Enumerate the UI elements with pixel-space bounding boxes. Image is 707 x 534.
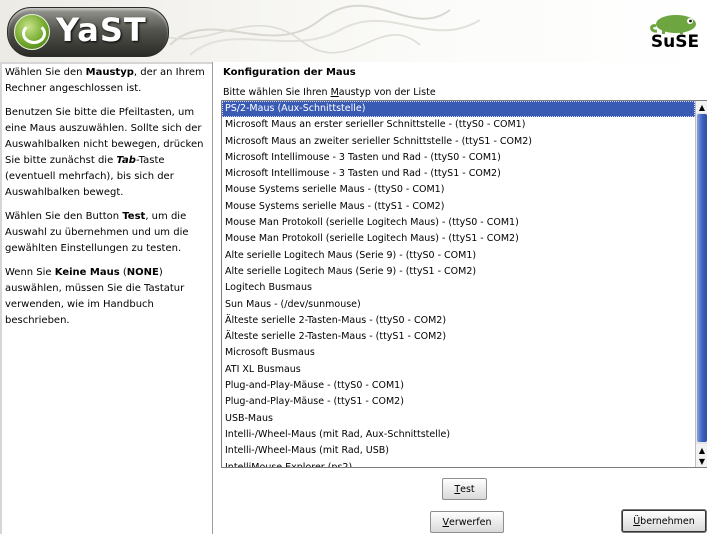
suse-logo: SuSE [648, 12, 702, 60]
discard-button-label: erwerfen [449, 516, 492, 528]
decorative-swirl-graphic [150, 4, 481, 56]
help-paragraph: Wenn Sie Keine Maus (NONE) auswählen, mü… [0, 265, 212, 329]
page-title: Konfiguration der Maus [223, 67, 356, 78]
list-item[interactable]: Microsoft Intellimouse - 3 Tasten und Ra… [222, 150, 695, 166]
help-paragraph: Benutzen Sie bitte die Pfeiltasten, um e… [0, 105, 212, 201]
mouse-type-listbox[interactable]: PS/2-Maus (Aux-Schnittstelle) Microsoft M… [221, 100, 707, 468]
mouse-type-list-label: Bitte wählen Sie Ihren Maustyp von der L… [223, 87, 436, 98]
list-item[interactable]: Mouse Man Protokoll (serielle Logitech M… [222, 215, 695, 231]
list-item[interactable]: Logitech Busmaus [222, 280, 695, 296]
list-item[interactable]: Intelli-/Wheel-Maus (mit Rad, USB) [222, 443, 695, 459]
help-text-segment: Benutzen Sie bitte die Pfeiltasten, um e… [5, 107, 204, 166]
list-item[interactable]: Älteste serielle 2-Tasten-Maus - (ttyS1 … [222, 329, 695, 345]
test-button[interactable]: Test [442, 478, 487, 500]
list-item[interactable]: Sun Maus - (/dev/sunmouse) [222, 297, 695, 313]
scroll-down-arrow-icon[interactable]: ▼ [696, 455, 707, 467]
help-text-segment: Maustyp [85, 67, 134, 78]
test-button-label: est [460, 483, 475, 495]
help-text-segment: ( [119, 267, 127, 278]
help-text-segment: Wenn Sie [5, 267, 55, 278]
header-banner: YaST SuSE [0, 0, 707, 62]
accept-button[interactable]: Übernehmen [622, 510, 706, 532]
list-label-text-after: austyp von der Liste [338, 87, 436, 98]
discard-button[interactable]: Verwerfen [430, 511, 504, 533]
scroll-up-arrow-icon[interactable]: ▲ [696, 101, 707, 113]
help-panel: Wählen Sie den Maustyp, der an Ihrem Rec… [0, 62, 213, 534]
list-item[interactable]: Älteste serielle 2-Tasten-Maus - (ttyS0 … [222, 313, 695, 329]
yast-logo: YaST [7, 7, 169, 57]
list-item[interactable]: ATI XL Busmaus [222, 362, 695, 378]
accept-button-label: bernehmen [640, 515, 695, 527]
help-text-segment: NONE [126, 267, 159, 278]
help-text-segment: Wählen Sie den [5, 67, 86, 78]
list-label-mnemonic: M [330, 87, 339, 98]
list-item[interactable]: Microsoft Maus an erster serieller Schni… [222, 117, 695, 133]
list-item[interactable]: Mouse Systems serielle Maus - (ttyS0 - C… [222, 182, 695, 198]
suse-chameleon-icon [650, 15, 696, 34]
yast-logo-text: YaST [56, 11, 147, 49]
list-item[interactable]: Microsoft Intellimouse - 3 Tasten und Ra… [222, 166, 695, 182]
help-text-segment: Tab [116, 155, 136, 166]
list-item[interactable]: Alte serielle Logitech Maus (Serie 9) - … [222, 248, 695, 264]
list-item[interactable]: IntelliMouse Explorer (ps2) [222, 460, 695, 467]
accept-button-mnemonic: Ü [633, 515, 641, 527]
help-text-segment: Wählen Sie den Button [5, 211, 123, 222]
list-item[interactable]: Mouse Man Protokoll (serielle Logitech M… [222, 231, 695, 247]
help-text-segment: Keine Maus [54, 267, 120, 278]
mouse-type-list[interactable]: PS/2-Maus (Aux-Schnittstelle) Microsoft M… [222, 101, 695, 467]
list-item[interactable]: Alte serielle Logitech Maus (Serie 9) - … [222, 264, 695, 280]
list-item[interactable]: Intelli-/Wheel-Maus (mit Rad, Aux-Schnit… [222, 427, 695, 443]
help-paragraph: Wählen Sie den Maustyp, der an Ihrem Rec… [0, 65, 212, 97]
list-item[interactable]: Plug-and-Play-Mäuse - (ttyS1 - COM2) [222, 394, 695, 410]
suse-logo-text: SuSE [650, 32, 700, 52]
yast-logo-icon [14, 14, 50, 50]
list-item[interactable]: USB-Maus [222, 411, 695, 427]
list-label-text-before: Bitte wählen Sie Ihren [223, 87, 331, 98]
scrollbar-thumb[interactable] [697, 114, 707, 442]
list-item[interactable]: Microsoft Maus an zweiter serieller Schn… [222, 134, 695, 150]
help-text-segment: Test [122, 211, 146, 222]
list-item[interactable]: Plug-and-Play-Mäuse - (ttyS0 - COM1) [222, 378, 695, 394]
list-item[interactable]: Mouse Systems serielle Maus - (ttyS1 - C… [222, 199, 695, 215]
list-item[interactable]: PS/2-Maus (Aux-Schnittstelle) [222, 101, 695, 118]
listbox-scrollbar[interactable]: ▲ ▲ ▼ [695, 101, 707, 467]
help-paragraph: Wählen Sie den Button Test, um die Auswa… [0, 209, 212, 257]
list-item[interactable]: Microsoft Busmaus [222, 345, 695, 361]
